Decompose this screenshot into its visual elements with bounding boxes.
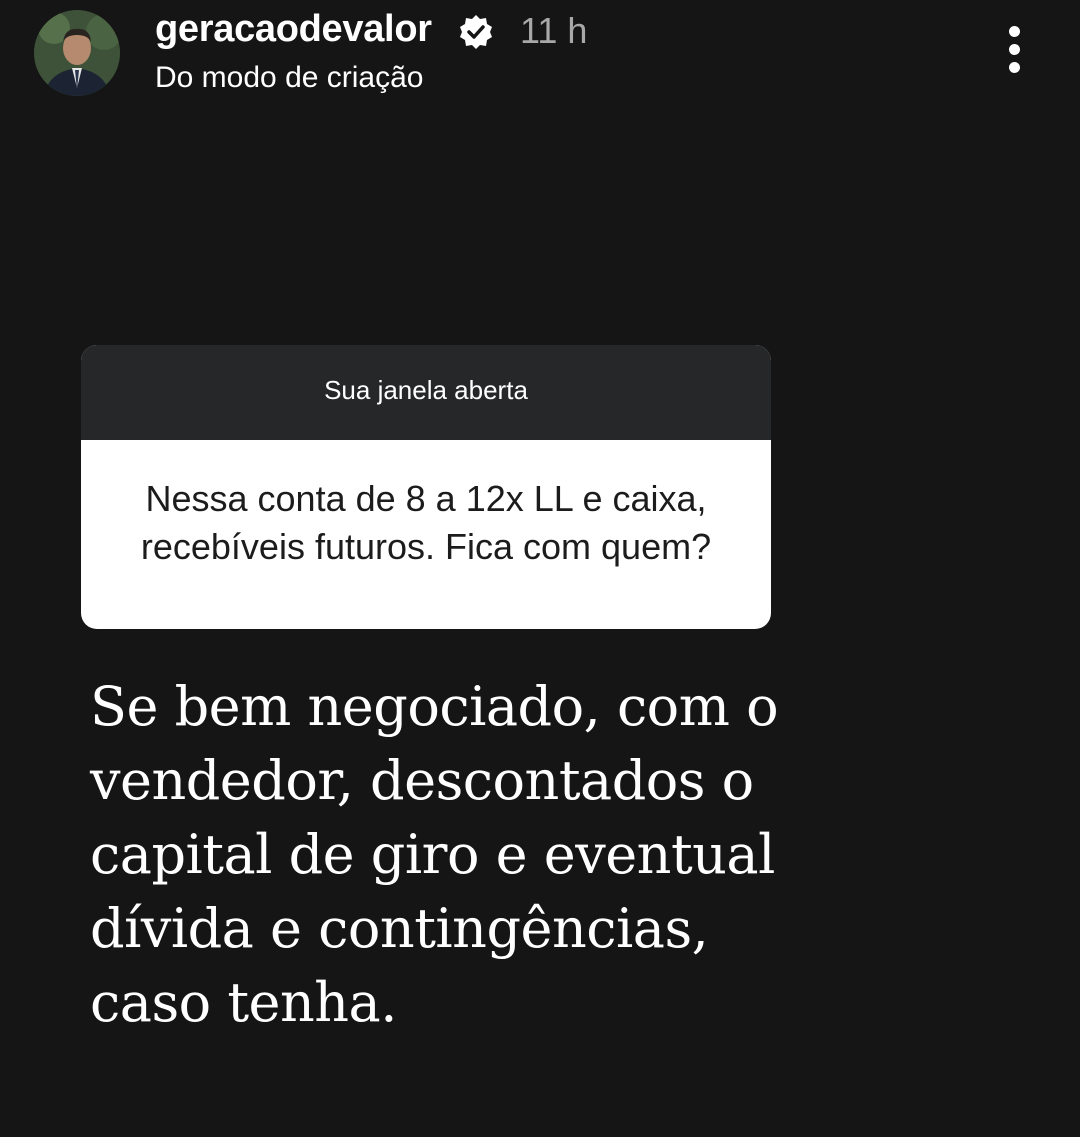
avatar[interactable] — [34, 10, 120, 96]
post-time: 11 h — [520, 10, 588, 51]
sticker-title: Sua janela aberta — [324, 375, 528, 405]
answer-line: caso tenha. — [90, 971, 397, 1034]
answer-text: Se bem negociado, com o vendedor, descon… — [90, 670, 810, 1040]
question-sticker[interactable]: Sua janela aberta Nessa conta de 8 a 12x… — [81, 345, 771, 629]
question-line: Nessa conta de 8 a 12x LL e caixa, — [145, 478, 707, 519]
question-line: recebíveis futuros. Fica com quem? — [140, 526, 712, 567]
sticker-header: Sua janela aberta — [81, 345, 771, 440]
answer-line: dívida e contingências, — [90, 897, 709, 960]
profile-photo — [34, 10, 120, 96]
story-subtitle: Do modo de criação — [155, 61, 424, 94]
answer-line: vendedor, descontados o — [90, 749, 754, 812]
sticker-question: Nessa conta de 8 a 12x LL e caixa, receb… — [81, 475, 771, 571]
more-dot — [1009, 44, 1020, 55]
more-dot — [1009, 62, 1020, 73]
more-dot — [1009, 26, 1020, 37]
more-vertical-icon[interactable] — [996, 22, 1036, 78]
username[interactable]: geracaodevalor — [155, 8, 432, 51]
answer-line: Se bem negociado, com o — [90, 675, 779, 738]
story-screen: geracaodevalor 11 h Do modo de criação S… — [0, 0, 1080, 1137]
verified-badge-icon — [457, 13, 495, 51]
answer-line: capital de giro e eventual — [90, 823, 775, 886]
story-header: geracaodevalor 11 h Do modo de criação — [0, 0, 1080, 110]
